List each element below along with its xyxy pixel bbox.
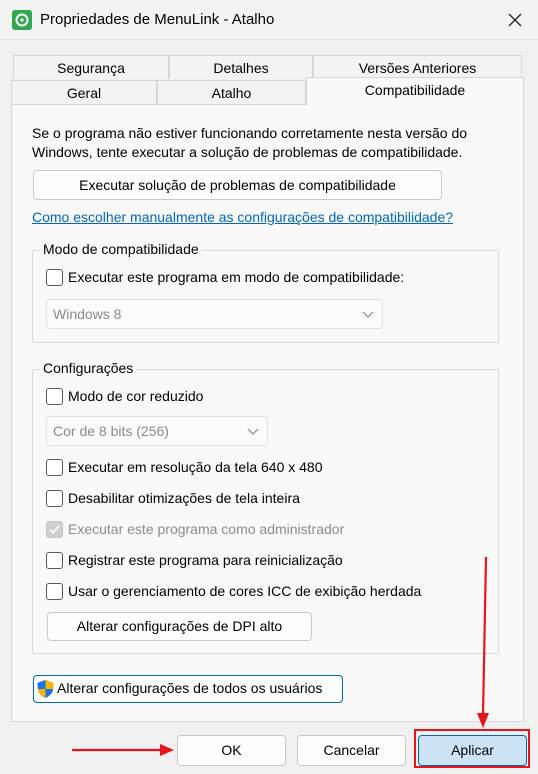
run-troubleshooter-button[interactable]: Executar solução de problemas de compati… — [33, 170, 442, 200]
legacy-icc-checkbox[interactable] — [46, 583, 63, 600]
change-high-dpi-button[interactable]: Alterar configurações de DPI alto — [47, 612, 312, 641]
manual-settings-link[interactable]: Como escolher manualmente as configuraçõ… — [32, 209, 453, 225]
run-as-admin-checkbox[interactable] — [46, 521, 63, 538]
close-button[interactable] — [500, 6, 530, 34]
reduced-color-checkbox[interactable] — [46, 388, 63, 405]
compat-mode-group: Modo de compatibilidade Executar este pr… — [32, 241, 499, 343]
tab-seguranca[interactable]: Segurança — [13, 55, 169, 79]
settings-group-title: Configurações — [40, 360, 137, 376]
disable-fullscreen-opt-label: Desabilitar otimizações de tela inteira — [68, 490, 300, 506]
app-shortcut-icon — [12, 10, 32, 30]
intro-text-line1: Se o programa não estiver funcionando co… — [32, 125, 468, 141]
intro-text-line2: Windows, tente executar a solução de pro… — [32, 144, 463, 160]
close-icon — [508, 13, 522, 27]
compat-mode-group-title: Modo de compatibilidade — [40, 241, 202, 257]
chevron-down-icon — [247, 428, 259, 435]
resolution-640-checkbox[interactable] — [46, 459, 63, 476]
compat-mode-checkbox[interactable] — [46, 269, 63, 286]
color-depth-value: Cor de 8 bits (256) — [53, 423, 169, 439]
os-version-value: Windows 8 — [53, 306, 122, 322]
checkmark-icon — [49, 525, 60, 534]
tab-compatibilidade[interactable]: Compatibilidade — [306, 77, 524, 105]
reduced-color-label: Modo de cor reduzido — [68, 388, 204, 404]
register-restart-checkbox[interactable] — [46, 552, 63, 569]
tab-atalho[interactable]: Atalho — [157, 80, 306, 104]
arrow-to-ok-icon — [72, 744, 174, 756]
apply-highlight-box — [414, 729, 530, 768]
disable-fullscreen-opt-checkbox[interactable] — [46, 490, 63, 507]
color-depth-select[interactable]: Cor de 8 bits (256) — [46, 416, 268, 446]
tab-versoes-anteriores[interactable]: Versões Anteriores — [313, 55, 522, 79]
ok-button[interactable]: OK — [177, 735, 286, 766]
change-all-users-label: Alterar configurações de todos os usuári… — [57, 680, 323, 696]
register-restart-label: Registrar este programa para reinicializ… — [68, 552, 343, 568]
tab-geral[interactable]: Geral — [11, 80, 157, 104]
window-title: Propriedades de MenuLink - Atalho — [40, 11, 275, 28]
legacy-icc-label: Usar o gerenciamento de cores ICC de exi… — [68, 583, 422, 599]
os-version-select[interactable]: Windows 8 — [46, 299, 383, 329]
resolution-640-label: Executar em resolução da tela 640 x 480 — [68, 459, 323, 475]
run-as-admin-label: Executar este programa como administrado… — [68, 521, 345, 537]
settings-group: Configurações Modo de cor reduzido Cor d… — [32, 360, 499, 654]
compatibility-panel: Se o programa não estiver funcionando co… — [11, 104, 524, 722]
change-all-users-button[interactable]: Alterar configurações de todos os usuári… — [33, 675, 343, 703]
chevron-down-icon — [362, 311, 374, 318]
tab-detalhes[interactable]: Detalhes — [169, 55, 313, 79]
uac-shield-icon — [37, 680, 54, 698]
title-bar: Propriedades de MenuLink - Atalho — [0, 0, 538, 40]
cancel-button[interactable]: Cancelar — [297, 735, 406, 766]
compat-mode-label: Executar este programa em modo de compat… — [68, 269, 405, 285]
arrow-to-apply-icon — [477, 556, 489, 728]
